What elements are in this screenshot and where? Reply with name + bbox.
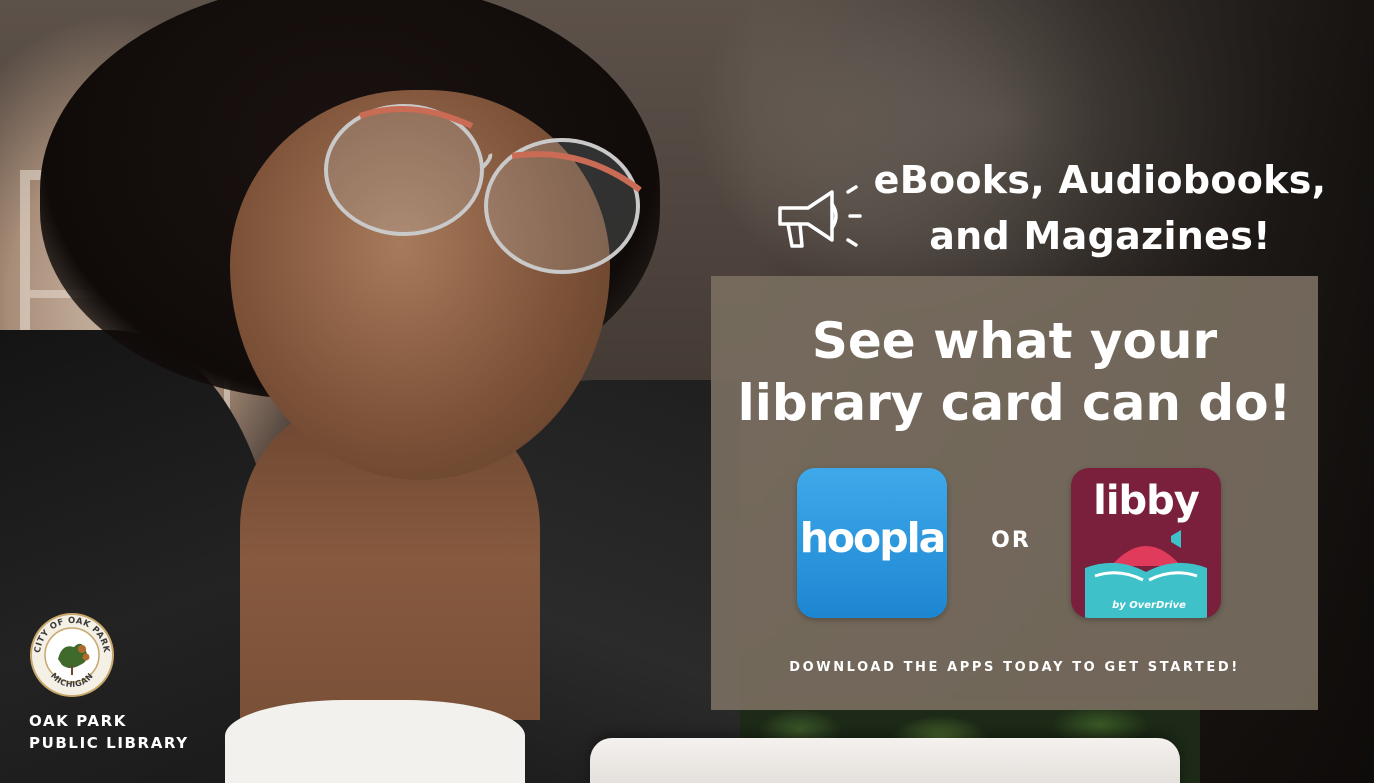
megaphone-icon xyxy=(778,185,862,248)
library-name-line-1: OAK PARK xyxy=(29,712,128,730)
headline-line-2: and Magazines! xyxy=(929,214,1271,258)
panel-title-line-2: library card can do! xyxy=(737,374,1292,432)
panel-title-line-1: See what your xyxy=(811,312,1218,370)
or-separator: OR xyxy=(991,528,1031,553)
libby-logo-text: libby xyxy=(1093,478,1200,524)
city-seal-logo: CITY OF OAK PARK MICHIGAN xyxy=(30,613,114,697)
promo-banner: eBooks, Audiobooks, and Magazines! See w… xyxy=(0,0,1374,783)
tablet-device xyxy=(590,738,1180,783)
info-panel: See what your library card can do! hoopl… xyxy=(711,276,1318,710)
libby-app-icon[interactable]: libby by OverDrive xyxy=(1071,468,1221,618)
library-name: OAK PARK PUBLIC LIBRARY xyxy=(29,710,189,754)
person-shirt xyxy=(225,700,525,783)
panel-title: See what your library card can do! xyxy=(711,310,1318,434)
hoopla-logo-text: hoopla xyxy=(799,514,947,562)
person-glasses xyxy=(324,104,642,274)
headline: eBooks, Audiobooks, and Magazines! xyxy=(770,152,1330,272)
library-name-line-2: PUBLIC LIBRARY xyxy=(29,734,189,752)
headline-text: eBooks, Audiobooks, and Magazines! xyxy=(870,152,1330,264)
libby-byline: by OverDrive xyxy=(1112,600,1186,611)
hoopla-app-icon[interactable]: hoopla xyxy=(797,468,947,618)
panel-footer-text: DOWNLOAD THE APPS TODAY TO GET STARTED! xyxy=(789,660,1240,675)
headline-line-1: eBooks, Audiobooks, xyxy=(873,158,1327,202)
